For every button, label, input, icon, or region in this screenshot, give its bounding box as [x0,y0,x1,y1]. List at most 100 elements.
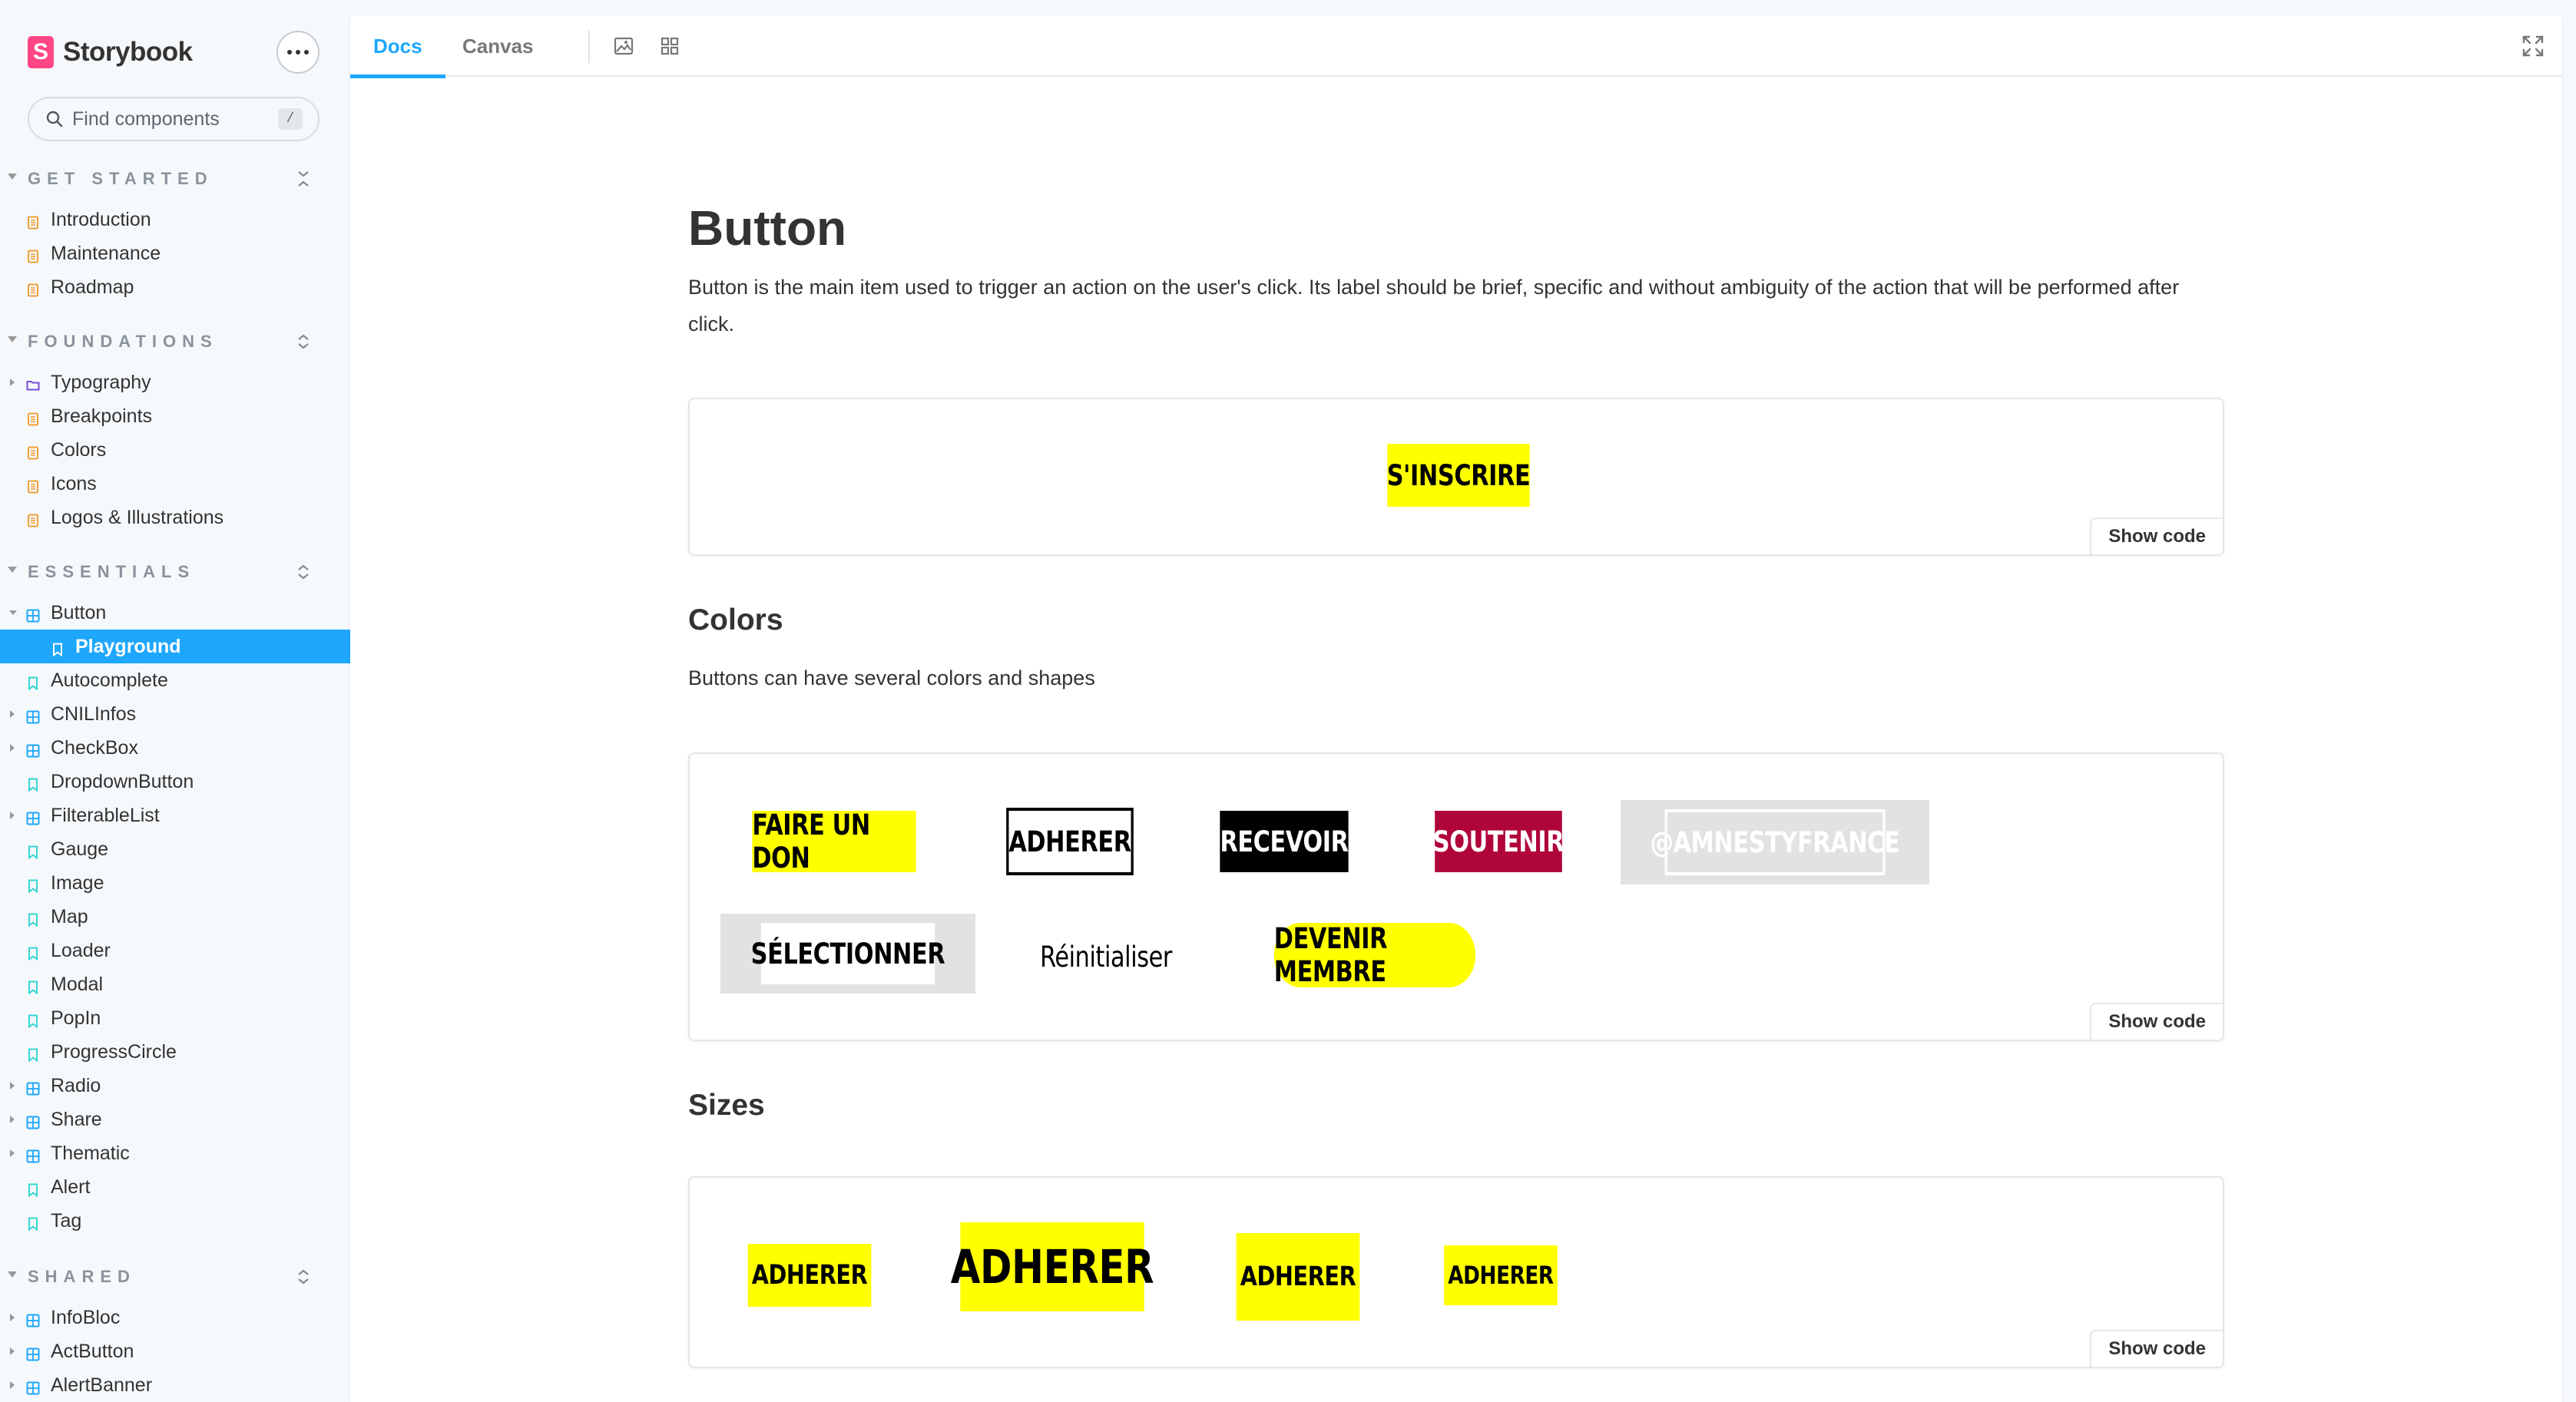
toolbar-divider [588,31,590,63]
search-icon [46,111,63,127]
adherer-xsmall-button[interactable]: ADHERER [1444,1245,1558,1305]
adherer-small-button[interactable]: ADHERER [747,1244,872,1307]
bookmark-icon [26,876,40,894]
sidebar-item-tag[interactable]: Tag [0,1204,350,1238]
sidebar-item-label: Map [51,906,88,928]
expand-arrow-icon[interactable] [10,1149,15,1157]
sidebar-item-filterablelist[interactable]: FilterableList [0,799,350,832]
selectionner-button[interactable]: SÉLECTIONNER [751,923,945,984]
sidebar-item-checkbox[interactable]: CheckBox [0,731,350,765]
sidebar-section-get-started: GET STARTED Introduction Maintenance Roa… [0,167,350,304]
tab-canvas[interactable]: Canvas [439,15,557,77]
sidebar-item-loader[interactable]: Loader [0,934,350,967]
adherer-tall-button[interactable]: ADHERER [1236,1233,1360,1321]
section-header[interactable]: SHARED [0,1265,350,1288]
show-code-button[interactable]: Show code [2090,1330,2224,1368]
sidebar-item-label: AlertBanner [51,1374,153,1396]
expand-arrow-icon[interactable] [10,1347,15,1355]
caret-down-icon [8,174,17,180]
bookmark-icon [26,673,40,691]
collapse-all-icon[interactable] [293,167,313,190]
sidebar-item-cnilinfos[interactable]: CNILInfos [0,697,350,731]
sidebar-item-roadmap[interactable]: Roadmap [0,270,350,304]
component-icon [26,606,40,623]
sidebar-item-logos-illustrations[interactable]: Logos & Illustrations [0,501,350,534]
expand-arrow-icon[interactable] [10,1314,15,1321]
sidebar-item-actbutton[interactable]: ActButton [0,1334,350,1368]
expand-arrow-icon[interactable] [10,1381,15,1389]
sidebar-item-label: Roadmap [51,276,134,298]
section-title: GET STARTED [28,169,214,188]
sidebar-item-label: ActButton [51,1341,134,1362]
search-shortcut-key: / [278,108,303,130]
sidebar: S Storybook / GET STARTED Introduction M… [0,0,350,1402]
storybook-brand[interactable]: S Storybook [28,35,193,69]
section-header[interactable]: GET STARTED [0,167,350,190]
soutenir-button[interactable]: SOUTENIR [1433,811,1564,872]
sidebar-item-breakpoints[interactable]: Breakpoints [0,399,350,433]
document-icon [26,443,40,460]
adherer-outline-button[interactable]: ADHERER [1006,808,1134,875]
sidebar-item-autocomplete[interactable]: Autocomplete [0,663,350,697]
sidebar-item-popin[interactable]: PopIn [0,1001,350,1035]
sidebar-item-share[interactable]: Share [0,1103,350,1136]
expand-arrow-icon[interactable] [10,744,15,752]
expand-arrow-icon[interactable] [10,1116,15,1123]
story-preview-sizes: ADHERER ADHERER ADHERER ADHERER Show cod… [688,1176,2224,1368]
expand-arrow-icon[interactable] [9,610,17,615]
bookmark-icon [51,640,65,657]
document-icon [26,409,40,426]
document-icon [26,280,40,297]
bookmark-icon [26,1214,40,1232]
sidebar-item-radio[interactable]: Radio [0,1069,350,1103]
section-header[interactable]: FOUNDATIONS [0,330,350,353]
background-image-icon[interactable] [613,35,634,57]
show-code-button[interactable]: Show code [2090,1003,2224,1041]
faire-un-don-button[interactable]: FAIRE UN DON [752,808,916,875]
sidebar-item-infobloc[interactable]: InfoBloc [0,1301,350,1334]
sidebar-item-colors[interactable]: Colors [0,433,350,467]
sidebar-item-modal[interactable]: Modal [0,967,350,1001]
ellipsis-dot [304,50,309,55]
expand-arrow-icon[interactable] [10,812,15,819]
selectionner-button-frame: SÉLECTIONNER [720,914,975,994]
recevoir-button[interactable]: RECEVOIR [1220,811,1349,872]
expand-all-icon[interactable] [293,560,313,584]
sidebar-item-maintenance[interactable]: Maintenance [0,236,350,270]
expand-arrow-icon[interactable] [10,1082,15,1090]
sidebar-item-introduction[interactable]: Introduction [0,203,350,236]
component-icon [26,1344,40,1361]
reinitialiser-button[interactable]: Réinitialiser [1031,926,1182,987]
sidebar-item-button[interactable]: Button [0,596,350,630]
sinscrire-button[interactable]: S'INSCRIRE [1387,444,1531,507]
adherer-large-button[interactable]: ADHERER [951,1222,1154,1311]
sidebar-item-label: ProgressCircle [51,1041,177,1063]
sidebar-item-image[interactable]: Image [0,866,350,900]
sidebar-item-gauge[interactable]: Gauge [0,832,350,866]
folder-icon [26,375,40,391]
sidebar-item-alert[interactable]: Alert [0,1170,350,1204]
devenir-membre-button[interactable]: DEVENIR MEMBRE [1273,922,1476,988]
fullscreen-icon[interactable] [2521,34,2545,58]
document-icon [26,246,40,263]
sidebar-item-typography[interactable]: Typography [0,365,350,399]
search-input[interactable] [72,98,264,140]
section-header[interactable]: ESSENTIALS [0,560,350,584]
sidebar-item-progresscircle[interactable]: ProgressCircle [0,1035,350,1069]
tab-docs[interactable]: Docs [350,15,445,78]
grid-icon[interactable] [659,35,680,57]
sidebar-item-icons[interactable]: Icons [0,467,350,501]
sidebar-item-alertbanner[interactable]: AlertBanner [0,1368,350,1402]
expand-all-icon[interactable] [293,1265,313,1288]
more-options-button[interactable] [276,31,320,74]
show-code-button[interactable]: Show code [2090,517,2224,556]
expand-all-icon[interactable] [293,330,313,353]
sidebar-item-map[interactable]: Map [0,900,350,934]
sidebar-item-dropdownbutton[interactable]: DropdownButton [0,765,350,799]
sidebar-item-playground[interactable]: Playground [0,630,350,663]
caret-down-icon [8,336,17,342]
expand-arrow-icon[interactable] [10,710,15,718]
sidebar-item-thematic[interactable]: Thematic [0,1136,350,1170]
expand-arrow-icon[interactable] [10,379,15,386]
amnesty-france-button[interactable]: @AMNESTYFRANCE [1651,809,1900,875]
